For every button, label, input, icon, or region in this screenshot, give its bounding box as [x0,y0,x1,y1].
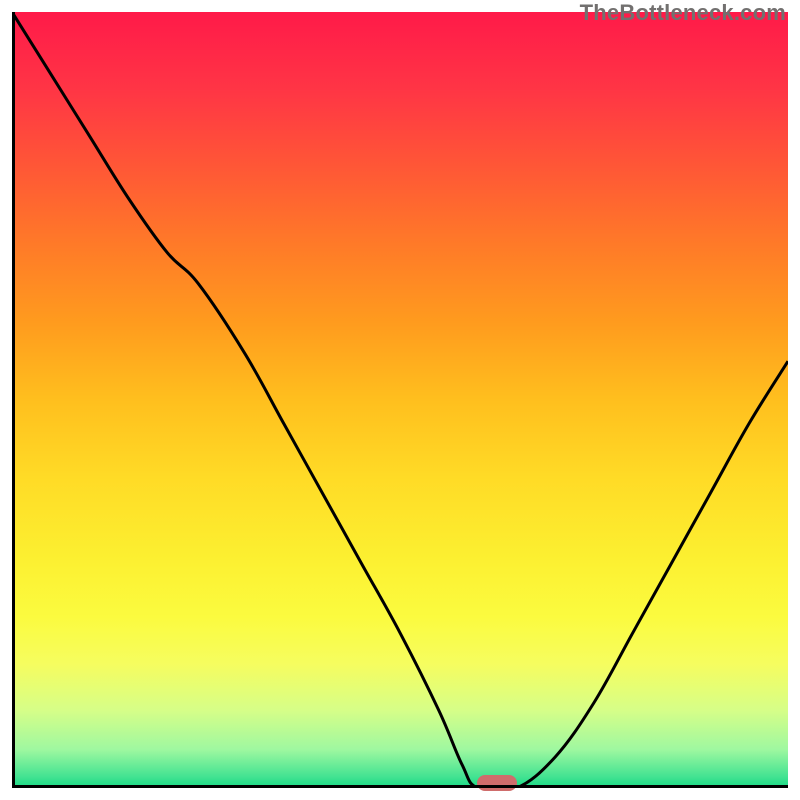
x-axis [12,785,788,788]
bottleneck-curve [12,12,788,788]
optimum-marker [477,775,517,791]
curve-layer [12,12,788,788]
y-axis [12,12,15,788]
bottleneck-chart: TheBottleneck.com [0,0,800,800]
plot-area [12,12,788,788]
watermark-text: TheBottleneck.com [580,0,786,26]
